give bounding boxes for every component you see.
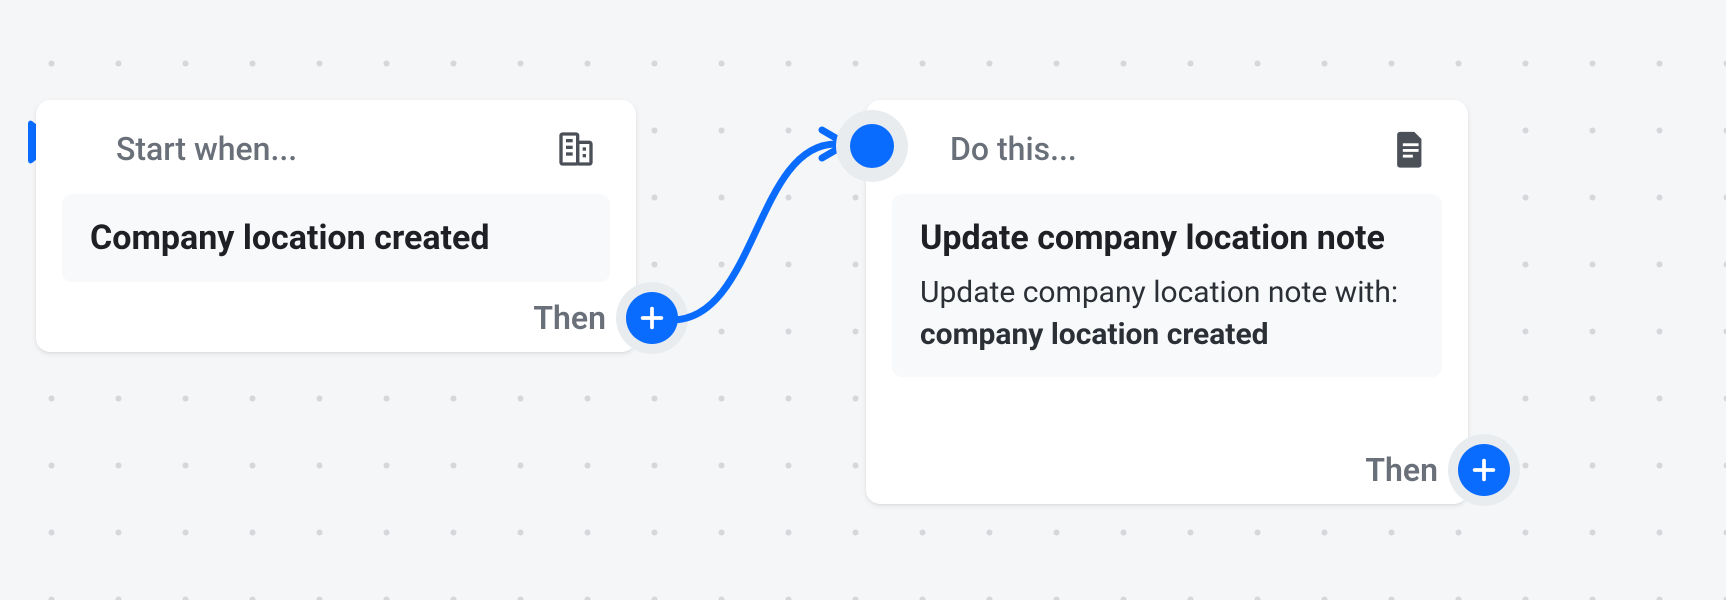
start-body-title: Company location created (90, 216, 582, 260)
start-body: Company location created (62, 194, 610, 282)
start-trigger-card[interactable]: Start when... Company location created T… (36, 100, 636, 352)
action-entry-dot (850, 124, 894, 168)
action-desc-bold: company location created (920, 317, 1269, 352)
add-step-button[interactable] (1458, 444, 1510, 496)
building-icon (556, 129, 596, 169)
then-label: Then (533, 299, 606, 337)
add-step-halo (1448, 434, 1520, 506)
card-header: Start when... (62, 122, 610, 176)
action-body: Update company location note Update comp… (892, 194, 1442, 377)
then-label: Then (1365, 451, 1438, 489)
action-desc-prefix: Update company location note with: (920, 275, 1398, 310)
add-step-halo (616, 282, 688, 354)
action-card[interactable]: Do this... Update company location note … (866, 100, 1468, 504)
start-footer: Then (533, 282, 688, 354)
action-header-label: Do this... (950, 130, 1077, 168)
action-body-desc: Update company location note with: compa… (920, 272, 1414, 355)
document-icon (1392, 129, 1428, 169)
add-step-button[interactable] (626, 292, 678, 344)
action-entry-dot-halo (836, 110, 908, 182)
action-footer: Then (1365, 434, 1520, 506)
action-body-title: Update company location note (920, 216, 1414, 260)
start-header-label: Start when... (116, 130, 297, 168)
card-header: Do this... (892, 122, 1442, 176)
